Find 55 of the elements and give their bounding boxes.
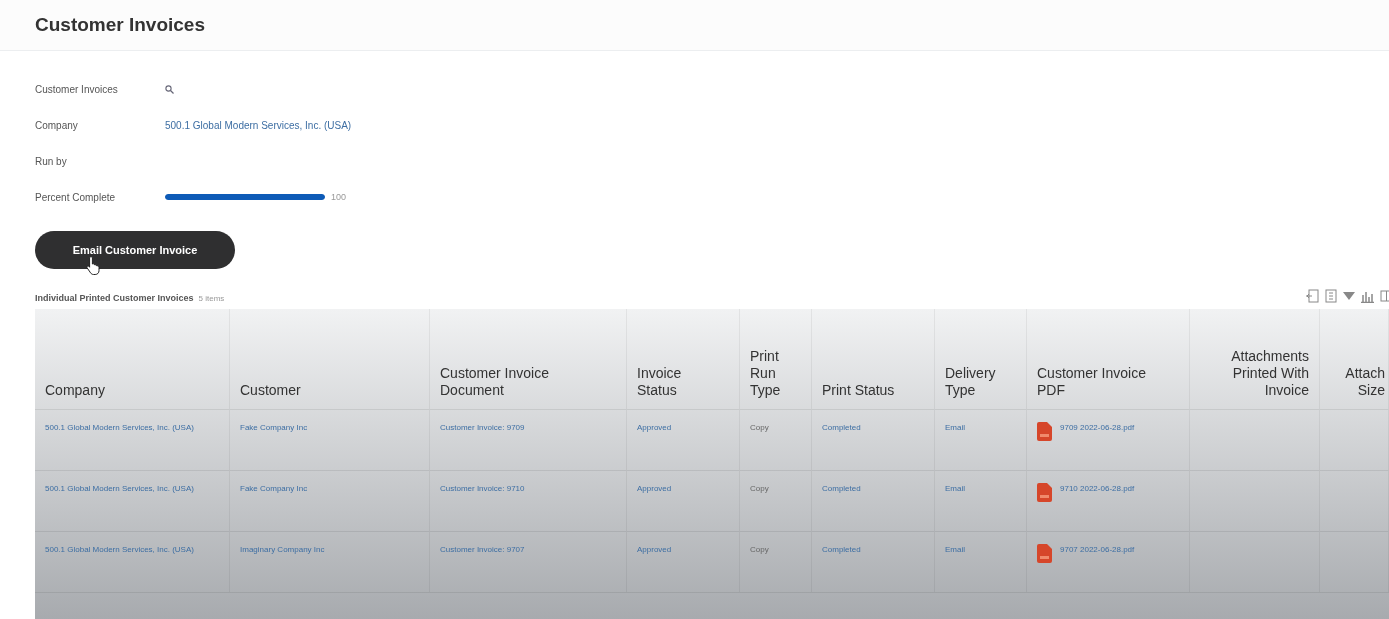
table-cell (1320, 409, 1389, 470)
table-link[interactable]: Fake Company Inc (240, 423, 308, 432)
column-header[interactable]: Print Run Type (740, 309, 812, 409)
column-header[interactable]: Customer (230, 309, 430, 409)
table-link[interactable]: Approved (637, 484, 672, 493)
company-link[interactable]: 500.1 Global Modern Services, Inc. (USA) (165, 119, 352, 131)
field-label: Company (35, 119, 79, 131)
table-cell: Copy (750, 545, 769, 554)
table-cell: Copy (750, 484, 769, 493)
pdf-file-icon (1037, 483, 1052, 502)
table-link[interactable]: 500.1 Global Modern Services, Inc. (USA) (45, 484, 194, 493)
export-icon[interactable] (1306, 289, 1319, 303)
column-header[interactable]: Customer Invoice Document (430, 309, 627, 409)
table-link[interactable]: Email (945, 423, 965, 432)
table-link[interactable]: Customer Invoice: 9710 (440, 484, 525, 493)
document-icon[interactable] (1325, 289, 1337, 303)
column-header[interactable]: Attachments Printed With Invoice (1190, 309, 1320, 409)
table-link[interactable]: Approved (637, 423, 672, 432)
table-link[interactable]: Completed (822, 545, 861, 554)
column-header[interactable]: Customer Invoice PDF (1027, 309, 1190, 409)
table-link[interactable]: Approved (637, 545, 672, 554)
table-link[interactable]: Customer Invoice: 9707 (440, 545, 525, 554)
pdf-file-link[interactable]: 9707 2022-06-28.pdf (1060, 544, 1135, 556)
table-link[interactable]: 500.1 Global Modern Services, Inc. (USA) (45, 423, 194, 432)
table-link[interactable]: Email (945, 484, 965, 493)
hand-cursor-icon (86, 255, 102, 275)
search-icon[interactable] (165, 84, 174, 94)
table-link[interactable]: Completed (822, 423, 861, 432)
table-link[interactable]: Completed (822, 484, 861, 493)
pdf-file-icon (1037, 544, 1052, 563)
column-header[interactable]: Print Status (812, 309, 935, 409)
item-count: 5 items (198, 294, 225, 303)
column-header[interactable]: Company (35, 309, 230, 409)
bar-chart-icon[interactable] (1361, 289, 1374, 303)
table-link[interactable]: Imaginary Company Inc (240, 545, 325, 554)
table-cell (1320, 531, 1389, 592)
table-cell (1320, 470, 1389, 531)
table-title: Individual Printed Customer Invoices (35, 293, 194, 303)
field-label: Percent Complete (35, 191, 117, 203)
table-cell: Copy (750, 423, 769, 432)
column-header[interactable]: Delivery Type (935, 309, 1027, 409)
pdf-file-link[interactable]: 9710 2022-06-28.pdf (1060, 483, 1135, 495)
email-customer-invoice-button[interactable]: Email Customer Invoice (35, 231, 235, 269)
table-link[interactable]: 500.1 Global Modern Services, Inc. (USA) (45, 545, 194, 554)
column-header[interactable]: Invoice Status (627, 309, 740, 409)
column-header[interactable]: Attach Size (1320, 309, 1389, 409)
table-link[interactable]: Email (945, 545, 965, 554)
percent-value: 100 (331, 192, 347, 202)
table-link[interactable]: Customer Invoice: 9709 (440, 423, 525, 432)
page-title: Customer Invoices (35, 14, 205, 36)
field-label: Run by (35, 155, 68, 167)
pdf-file-link[interactable]: 9709 2022-06-28.pdf (1060, 422, 1135, 434)
table-link[interactable]: Fake Company Inc (240, 484, 308, 493)
field-label: Customer Invoices (35, 83, 119, 95)
pdf-file-icon (1037, 422, 1052, 441)
